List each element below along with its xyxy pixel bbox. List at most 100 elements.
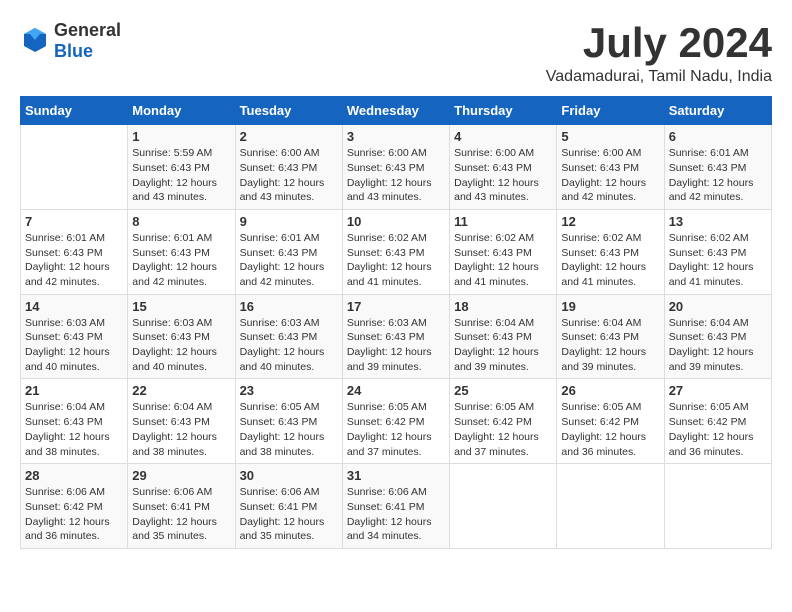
location: Vadamadurai, Tamil Nadu, India xyxy=(546,68,772,86)
day-number: 23 xyxy=(240,383,338,398)
calendar-cell: 31Sunrise: 6:06 AMSunset: 6:41 PMDayligh… xyxy=(342,464,449,549)
calendar-cell xyxy=(450,464,557,549)
day-info: Sunrise: 6:04 AMSunset: 6:43 PMDaylight:… xyxy=(561,316,659,375)
calendar-cell: 20 Sunrise: 6:04 AMSunset: 6:43 PMDayligh… xyxy=(664,294,771,379)
col-thursday: Thursday xyxy=(450,97,557,125)
day-info: Sunrise: 6:04 AMSunset: 6:43 PMDaylight:… xyxy=(25,400,123,459)
day-info: Sunrise: 5:59 AMSunset: 6:43 PMDaylight:… xyxy=(132,146,230,205)
day-number: 13 xyxy=(669,214,767,229)
col-saturday: Saturday xyxy=(664,97,771,125)
day-number: 7 xyxy=(25,214,123,229)
logo-icon xyxy=(20,24,50,59)
day-number: 16 xyxy=(240,299,338,314)
day-info: Sunrise: 6:06 AMSunset: 6:42 PMDaylight:… xyxy=(25,485,123,544)
calendar-cell: 17Sunrise: 6:03 AMSunset: 6:43 PMDayligh… xyxy=(342,294,449,379)
calendar-cell xyxy=(557,464,664,549)
day-number: 12 xyxy=(561,214,659,229)
day-info: Sunrise: 6:02 AMSunset: 6:43 PMDaylight:… xyxy=(561,231,659,290)
calendar-cell xyxy=(664,464,771,549)
calendar-cell: 14Sunrise: 6:03 AMSunset: 6:43 PMDayligh… xyxy=(21,294,128,379)
day-info: Sunrise: 6:03 AMSunset: 6:43 PMDaylight:… xyxy=(132,316,230,375)
calendar-cell: 28Sunrise: 6:06 AMSunset: 6:42 PMDayligh… xyxy=(21,464,128,549)
day-info: Sunrise: 6:03 AMSunset: 6:43 PMDaylight:… xyxy=(25,316,123,375)
day-number: 2 xyxy=(240,129,338,144)
header-row: Sunday Monday Tuesday Wednesday Thursday… xyxy=(21,97,772,125)
day-info: Sunrise: 6:02 AMSunset: 6:43 PMDaylight:… xyxy=(669,231,767,290)
day-number: 31 xyxy=(347,468,445,483)
calendar-body: 1Sunrise: 5:59 AMSunset: 6:43 PMDaylight… xyxy=(21,125,772,549)
day-number: 20 xyxy=(669,299,767,314)
calendar-cell: 8Sunrise: 6:01 AMSunset: 6:43 PMDaylight… xyxy=(128,209,235,294)
calendar-cell: 9Sunrise: 6:01 AMSunset: 6:43 PMDaylight… xyxy=(235,209,342,294)
calendar-cell: 19 Sunrise: 6:04 AMSunset: 6:43 PMDayligh… xyxy=(557,294,664,379)
day-info: Sunrise: 6:04 AMSunset: 6:43 PMDaylight:… xyxy=(669,316,767,375)
day-info: Sunrise: 6:00 AMSunset: 6:43 PMDaylight:… xyxy=(347,146,445,205)
col-tuesday: Tuesday xyxy=(235,97,342,125)
calendar-cell: 24 Sunrise: 6:05 AMSunset: 6:42 PMDayligh… xyxy=(342,379,449,464)
day-info: Sunrise: 6:01 AMSunset: 6:43 PMDaylight:… xyxy=(669,146,767,205)
day-number: 22 xyxy=(132,383,230,398)
calendar-cell: 3 Sunrise: 6:00 AMSunset: 6:43 PMDaylight… xyxy=(342,125,449,210)
day-number: 17 xyxy=(347,299,445,314)
calendar-cell: 15 Sunrise: 6:03 AMSunset: 6:43 PMDayligh… xyxy=(128,294,235,379)
calendar-cell: 11Sunrise: 6:02 AMSunset: 6:43 PMDayligh… xyxy=(450,209,557,294)
day-info: Sunrise: 6:02 AMSunset: 6:43 PMDaylight:… xyxy=(454,231,552,290)
col-sunday: Sunday xyxy=(21,97,128,125)
day-number: 26 xyxy=(561,383,659,398)
day-number: 21 xyxy=(25,383,123,398)
day-number: 24 xyxy=(347,383,445,398)
day-number: 4 xyxy=(454,129,552,144)
calendar-cell: 2 Sunrise: 6:00 AMSunset: 6:43 PMDaylight… xyxy=(235,125,342,210)
calendar-cell: 27Sunrise: 6:05 AMSunset: 6:42 PMDayligh… xyxy=(664,379,771,464)
calendar-cell: 26Sunrise: 6:05 AMSunset: 6:42 PMDayligh… xyxy=(557,379,664,464)
day-number: 3 xyxy=(347,129,445,144)
calendar-week-5: 28Sunrise: 6:06 AMSunset: 6:42 PMDayligh… xyxy=(21,464,772,549)
calendar-cell: 18 Sunrise: 6:04 AMSunset: 6:43 PMDayligh… xyxy=(450,294,557,379)
calendar-week-2: 7 Sunrise: 6:01 AMSunset: 6:43 PMDaylight… xyxy=(21,209,772,294)
calendar-cell xyxy=(21,125,128,210)
day-info: Sunrise: 6:00 AMSunset: 6:43 PMDaylight:… xyxy=(454,146,552,205)
day-info: Sunrise: 6:04 AMSunset: 6:43 PMDaylight:… xyxy=(132,400,230,459)
page-header: General Blue July 2024 Vadamadurai, Tami… xyxy=(20,20,772,86)
calendar-week-1: 1Sunrise: 5:59 AMSunset: 6:43 PMDaylight… xyxy=(21,125,772,210)
day-info: Sunrise: 6:05 AMSunset: 6:42 PMDaylight:… xyxy=(347,400,445,459)
calendar-cell: 25Sunrise: 6:05 AMSunset: 6:42 PMDayligh… xyxy=(450,379,557,464)
calendar-table: Sunday Monday Tuesday Wednesday Thursday… xyxy=(20,96,772,549)
day-number: 18 xyxy=(454,299,552,314)
calendar-cell: 16 Sunrise: 6:03 AMSunset: 6:43 PMDayligh… xyxy=(235,294,342,379)
day-info: Sunrise: 6:06 AMSunset: 6:41 PMDaylight:… xyxy=(240,485,338,544)
day-info: Sunrise: 6:03 AMSunset: 6:43 PMDaylight:… xyxy=(240,316,338,375)
day-number: 10 xyxy=(347,214,445,229)
day-number: 25 xyxy=(454,383,552,398)
day-number: 30 xyxy=(240,468,338,483)
calendar-cell: 7 Sunrise: 6:01 AMSunset: 6:43 PMDaylight… xyxy=(21,209,128,294)
title-block: July 2024 Vadamadurai, Tamil Nadu, India xyxy=(546,20,772,86)
calendar-cell: 30 Sunrise: 6:06 AMSunset: 6:41 PMDayligh… xyxy=(235,464,342,549)
day-info: Sunrise: 6:05 AMSunset: 6:43 PMDaylight:… xyxy=(240,400,338,459)
calendar-cell: 13 Sunrise: 6:02 AMSunset: 6:43 PMDayligh… xyxy=(664,209,771,294)
day-number: 19 xyxy=(561,299,659,314)
calendar-week-4: 21 Sunrise: 6:04 AMSunset: 6:43 PMDayligh… xyxy=(21,379,772,464)
day-info: Sunrise: 6:00 AMSunset: 6:43 PMDaylight:… xyxy=(240,146,338,205)
day-number: 15 xyxy=(132,299,230,314)
day-info: Sunrise: 6:00 AMSunset: 6:43 PMDaylight:… xyxy=(561,146,659,205)
calendar-cell: 10 Sunrise: 6:02 AMSunset: 6:43 PMDayligh… xyxy=(342,209,449,294)
calendar-cell: 1Sunrise: 5:59 AMSunset: 6:43 PMDaylight… xyxy=(128,125,235,210)
day-info: Sunrise: 6:02 AMSunset: 6:43 PMDaylight:… xyxy=(347,231,445,290)
day-info: Sunrise: 6:01 AMSunset: 6:43 PMDaylight:… xyxy=(25,231,123,290)
calendar-cell: 4 Sunrise: 6:00 AMSunset: 6:43 PMDaylight… xyxy=(450,125,557,210)
col-friday: Friday xyxy=(557,97,664,125)
logo-general: General xyxy=(54,20,121,40)
col-monday: Monday xyxy=(128,97,235,125)
day-info: Sunrise: 6:04 AMSunset: 6:43 PMDaylight:… xyxy=(454,316,552,375)
calendar-cell: 29 Sunrise: 6:06 AMSunset: 6:41 PMDayligh… xyxy=(128,464,235,549)
calendar-cell: 23 Sunrise: 6:05 AMSunset: 6:43 PMDayligh… xyxy=(235,379,342,464)
calendar-header: Sunday Monday Tuesday Wednesday Thursday… xyxy=(21,97,772,125)
logo-text: General Blue xyxy=(54,20,121,62)
day-info: Sunrise: 6:06 AMSunset: 6:41 PMDaylight:… xyxy=(132,485,230,544)
calendar-cell: 22 Sunrise: 6:04 AMSunset: 6:43 PMDayligh… xyxy=(128,379,235,464)
day-number: 6 xyxy=(669,129,767,144)
calendar-cell: 21 Sunrise: 6:04 AMSunset: 6:43 PMDayligh… xyxy=(21,379,128,464)
calendar-cell: 6 Sunrise: 6:01 AMSunset: 6:43 PMDaylight… xyxy=(664,125,771,210)
day-number: 29 xyxy=(132,468,230,483)
